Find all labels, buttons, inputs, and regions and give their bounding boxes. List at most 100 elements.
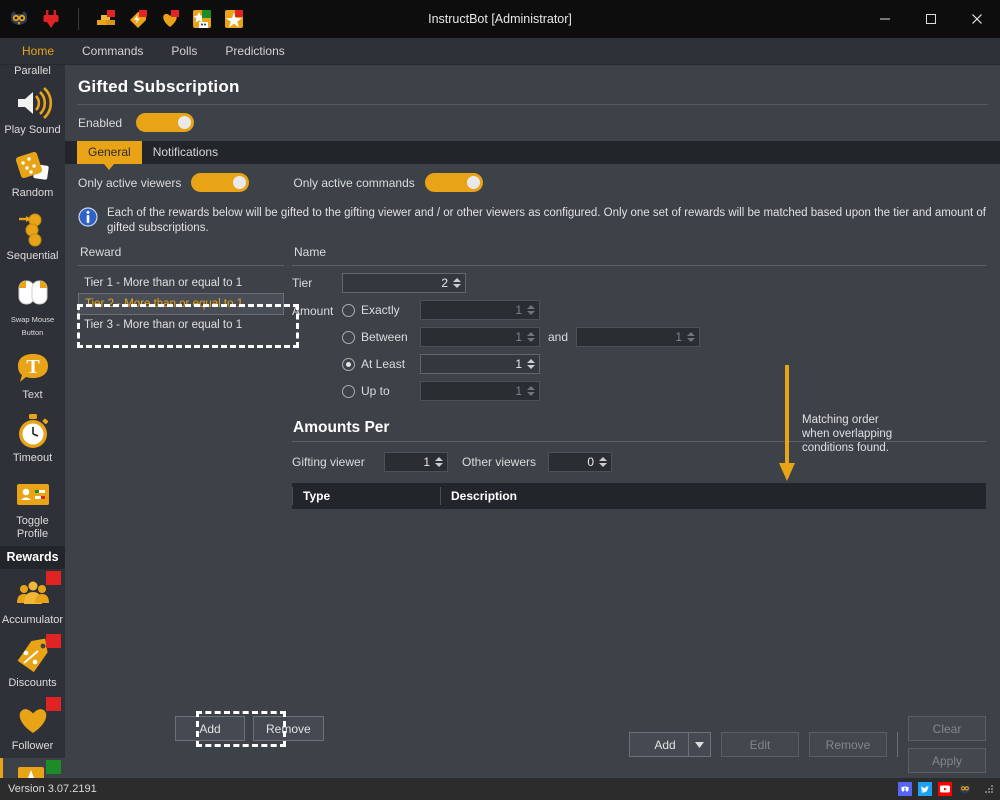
rewards-grid-body[interactable] [292,509,986,515]
radio-up-to[interactable]: Up to [342,384,420,398]
remove-reward-button[interactable]: Remove [253,716,324,741]
between-max-stepper[interactable] [576,327,701,347]
sidebar-item-label: Play Sound [4,124,61,136]
radio-at-least[interactable]: At Least [342,357,420,371]
other-viewers-input[interactable] [549,453,599,471]
at-least-stepper[interactable] [420,354,540,374]
tab-strip: General Notifications [65,141,1000,170]
add-split-button[interactable]: Add [629,732,711,757]
toggle-knob [178,116,192,129]
only-active-viewers-label: Only active viewers [78,175,182,190]
sidebar-item-label: Toggle Profile [16,515,49,540]
add-button[interactable]: Add [629,732,689,757]
youtube-icon[interactable] [938,782,952,796]
sidebar-item-text[interactable]: T Text [0,344,65,407]
list-item[interactable]: Tier 1 - More than or equal to 1 [78,273,284,293]
gold-bars-icon[interactable] [95,8,117,30]
menu-item-predictions[interactable]: Predictions [211,40,298,62]
page-title: Gifted Subscription [78,77,240,96]
minimize-button[interactable] [862,0,908,38]
list-item[interactable]: Tier 3 - More than or equal to 1 [78,315,284,335]
note-line-2: when overlapping [802,428,893,440]
other-viewers-stepper[interactable] [548,452,613,472]
star-tag-icon[interactable] [223,8,245,30]
radio-exactly[interactable]: Exactly [342,303,420,317]
sidebar-item-swap-mouse-button[interactable]: Swap Mouse Button [0,268,65,344]
radio-between[interactable]: Between [342,330,420,344]
stepper-arrows[interactable] [526,332,539,342]
bottom-button-bar: Add Remove Add Edit Remove Clear Apply [65,706,1000,778]
sidebar-item-accumulator[interactable]: Accumulator [0,569,65,632]
sidebar-item-label: Accumulator [1,614,64,626]
application-window: InstructBot [Administrator] Home Command… [0,0,1000,800]
discord-icon[interactable] [898,782,912,796]
sidebar-item-sequential[interactable]: Sequential [0,205,65,268]
only-active-viewers-toggle[interactable] [191,173,250,192]
tier-input[interactable] [343,274,452,292]
sidebar-item-play-sound[interactable]: Play Sound [0,79,65,142]
owl-icon[interactable] [958,782,972,796]
edit-button[interactable]: Edit [721,732,799,757]
plug-icon[interactable] [40,8,62,30]
stepper-arrows[interactable] [526,386,539,396]
owl-logo-icon[interactable] [8,8,30,30]
amount-options: Exactly Between [342,293,986,401]
resize-grip-icon[interactable] [984,784,994,794]
column-header-description[interactable]: Description [440,487,986,505]
tier-label: Tier [292,276,313,290]
stepper-arrows[interactable] [598,457,611,467]
chevron-down-icon[interactable] [689,732,711,757]
at-least-input[interactable] [421,355,526,373]
sidebar-item-gifted-subscription[interactable]: Gifted Subscription [0,758,65,778]
gifting-viewer-stepper[interactable] [384,452,448,472]
tab-notifications[interactable]: Notifications [142,141,229,164]
sidebar-item-discounts[interactable]: Discounts [0,632,65,695]
action-separator [897,732,898,757]
lightning-tag-icon[interactable] [127,8,149,30]
window-controls [862,0,1000,38]
gifting-viewer-input[interactable] [385,453,434,471]
between-max-input[interactable] [577,328,687,346]
between-min-input[interactable] [421,328,526,346]
clear-button[interactable]: Clear [908,716,986,741]
list-item-selected[interactable]: Tier 2 - More than or equal to 1 [78,293,284,315]
column-header-type[interactable]: Type [292,487,440,505]
puzzle-star-icon[interactable] [191,8,213,30]
exactly-input[interactable] [421,301,526,319]
remove-button[interactable]: Remove [809,732,887,757]
reward-list[interactable]: Tier 1 - More than or equal to 1 Tier 2 … [78,266,284,335]
apply-button[interactable]: Apply [908,748,986,773]
up-to-stepper[interactable] [420,381,540,401]
exactly-stepper[interactable] [420,300,540,320]
add-reward-button[interactable]: Add [175,716,245,741]
twitter-icon[interactable] [918,782,932,796]
close-button[interactable] [954,0,1000,38]
reward-column: Reward Tier 1 - More than or equal to 1 … [78,242,284,515]
maximize-button[interactable] [908,0,954,38]
sidebar[interactable]: Parallel Play Sound Random Sequential Sw… [0,65,65,778]
up-to-input[interactable] [421,382,526,400]
enabled-toggle[interactable] [136,113,195,132]
stepper-arrows[interactable] [526,359,539,369]
sidebar-item-toggle-profile[interactable]: Toggle Profile [0,470,65,546]
sidebar-item-random[interactable]: Random [0,142,65,205]
stepper-arrows[interactable] [452,278,465,288]
sidebar-item-timeout[interactable]: Timeout [0,407,65,470]
menu-item-polls[interactable]: Polls [157,40,211,62]
tab-general[interactable]: General [77,141,142,170]
stepper-arrows[interactable] [434,457,447,467]
filters-row: Only active viewers Only active commands [65,164,1000,202]
menu-item-home[interactable]: Home [8,40,68,62]
sidebar-item-parallel-label[interactable]: Parallel [0,65,65,79]
status-bar-icons [898,782,994,796]
heart-tag-icon[interactable] [159,8,181,30]
only-active-commands-toggle[interactable] [424,173,483,192]
detail-actions: Add Edit Remove Clear Apply [629,716,986,773]
tier-stepper[interactable] [342,273,466,293]
stepper-arrows[interactable] [686,332,699,342]
sidebar-item-follower[interactable]: Follower [0,695,65,758]
between-min-stepper[interactable] [420,327,540,347]
menu-item-commands[interactable]: Commands [68,40,157,62]
stepper-arrows[interactable] [526,305,539,315]
sequential-coins-icon [18,213,41,247]
